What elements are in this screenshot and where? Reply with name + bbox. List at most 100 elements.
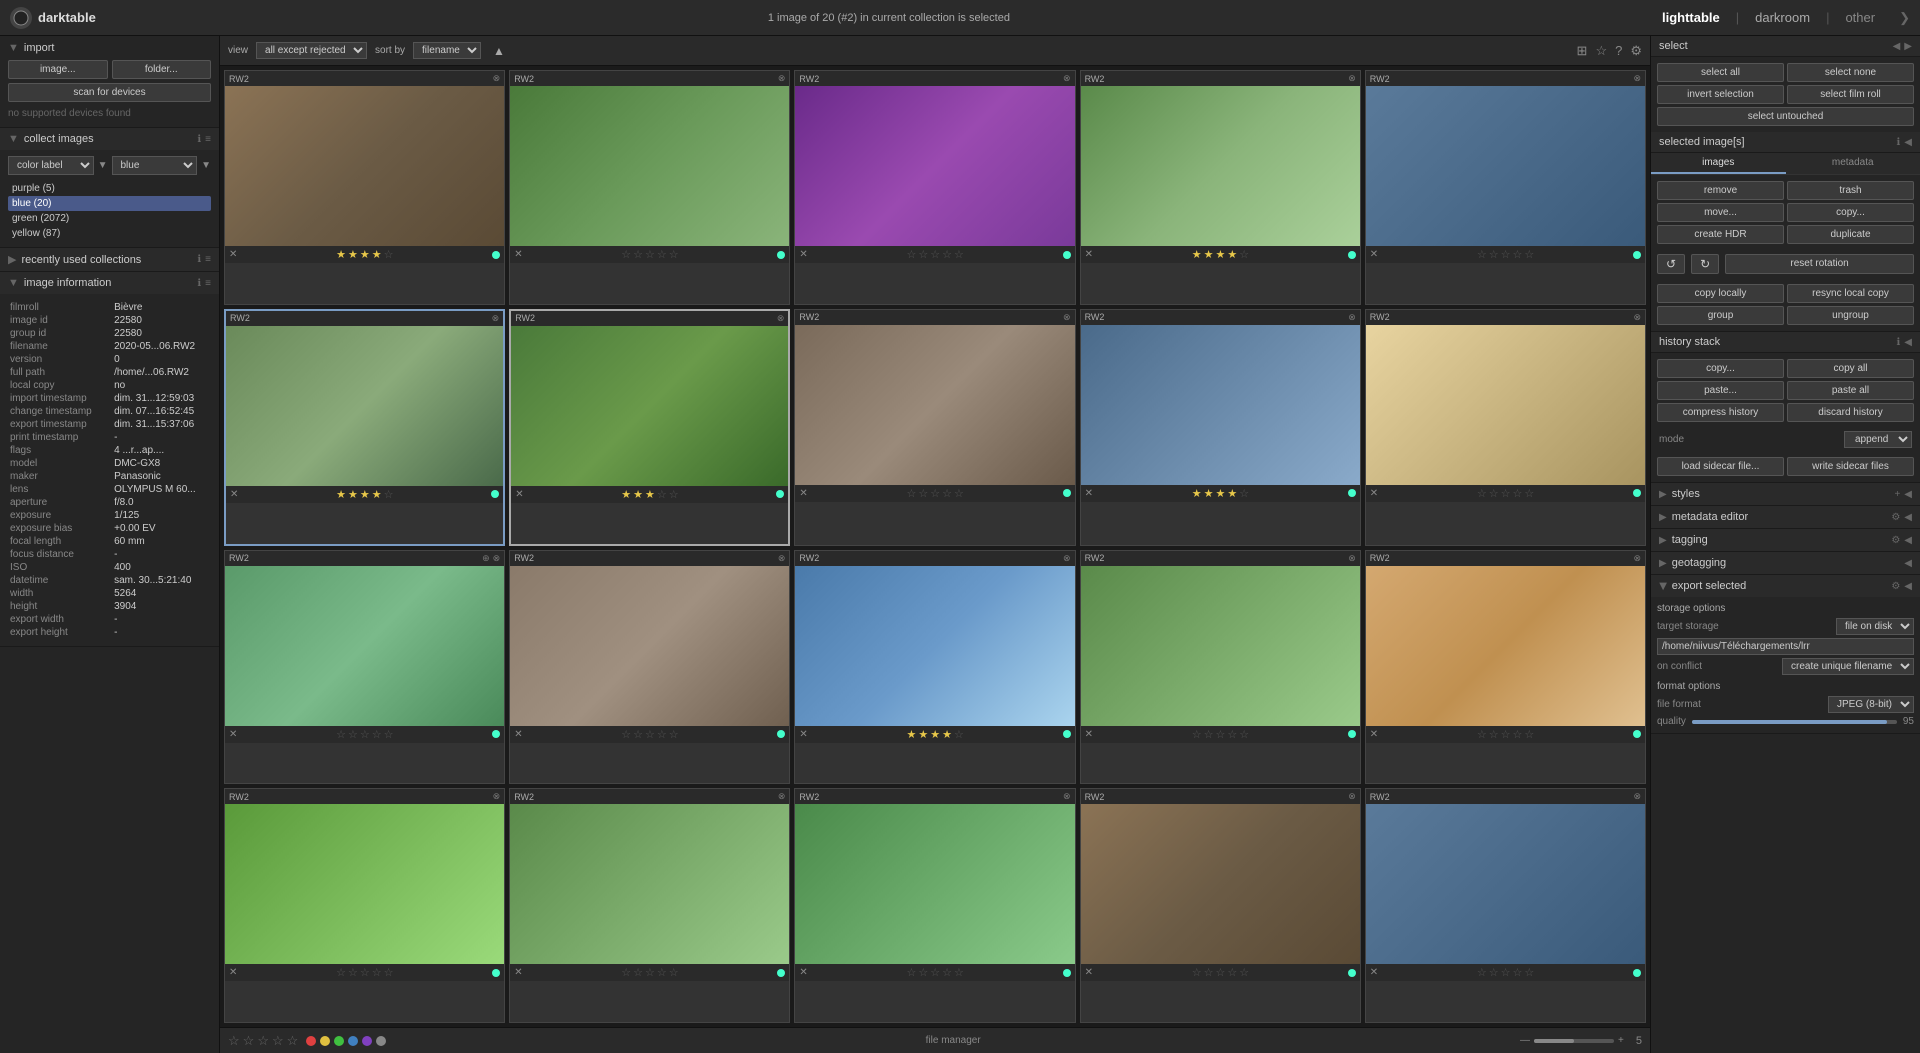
info-info-icon[interactable]: ℹ [197,278,201,289]
star-3[interactable]: ☆ [930,966,940,979]
image-cell[interactable]: RW2 ⊗ ✕☆☆☆☆☆ [509,550,790,785]
star-3[interactable]: ☆ [1501,487,1511,500]
cell-close-icon[interactable]: ✕ [230,489,238,500]
cell-close-icon[interactable]: ✕ [1085,729,1093,740]
star-4[interactable]: ★ [1227,487,1237,500]
cell-stars[interactable]: ☆☆☆☆☆ [907,966,964,979]
star-3[interactable]: ★ [930,728,940,741]
star-1[interactable]: ☆ [621,728,631,741]
cell-stars[interactable]: ☆☆☆☆☆ [621,248,678,261]
image-cell[interactable]: RW2 ⊗ 2020-05-30-Bièvre-0306.RW21/125 f/… [509,309,790,546]
star-4[interactable]: ☆ [272,1033,284,1049]
star-5[interactable]: ☆ [384,248,394,261]
select-none-button[interactable]: select none [1787,63,1914,82]
cell-reject-icon[interactable]: ⊗ [492,313,500,324]
color-value-select[interactable]: blue [112,156,198,175]
star-3[interactable]: ☆ [645,728,655,741]
settings-icon[interactable]: ⚙ [1630,43,1642,59]
image-cell[interactable]: RW2 ⊗ ✕★★★★☆ [1080,309,1361,546]
file-format-select[interactable]: JPEG (8-bit) [1828,696,1914,713]
tagging-icon1[interactable]: ⚙ [1891,535,1900,546]
star-3[interactable]: ☆ [1215,966,1225,979]
export-icon1[interactable]: ⚙ [1891,581,1900,592]
star-3[interactable]: ☆ [1215,728,1225,741]
star-4[interactable]: ☆ [1513,248,1523,261]
image-cell[interactable]: RW2 ⊗ ✕☆☆☆☆☆ [794,309,1075,546]
star-4[interactable]: ☆ [942,248,952,261]
star-2[interactable]: ☆ [1204,966,1214,979]
star-3[interactable]: ★ [645,488,655,501]
star-1[interactable]: ☆ [1477,966,1487,979]
cell-close-icon[interactable]: ✕ [1085,488,1093,499]
discard-history-button[interactable]: discard history [1787,403,1914,422]
star-1[interactable]: ★ [1192,248,1202,261]
image-cell[interactable]: RW2 ⊗ ✕☆☆☆☆☆ [794,70,1075,305]
star-2[interactable]: ★ [918,728,928,741]
star-4[interactable]: ★ [1227,248,1237,261]
paste-button[interactable]: paste... [1657,381,1784,400]
cell-stars[interactable]: ★★★★☆ [1192,487,1249,500]
star-4[interactable]: ☆ [372,966,382,979]
duplicate-button[interactable]: duplicate [1787,225,1914,244]
cell-close-icon[interactable]: ✕ [799,729,807,740]
star-2[interactable]: ★ [1204,248,1214,261]
image-grid[interactable]: RW2 ⊗ ✕★★★★☆RW2 ⊗ ✕☆☆☆☆☆RW2 ⊗ ✕☆☆☆☆☆RW2 … [220,66,1650,1027]
selected-left-arrow[interactable]: ◀ [1904,137,1912,148]
styles-add-icon[interactable]: + [1894,489,1900,500]
star-4[interactable]: ☆ [657,248,667,261]
load-sidecar-button[interactable]: load sidecar file... [1657,457,1784,476]
cell-stars[interactable]: ★★★★☆ [1192,248,1249,261]
image-cell[interactable]: RW2 ⊗ ✕☆☆☆☆☆ [509,70,790,305]
cell-stars[interactable]: ☆☆☆☆☆ [907,487,964,500]
star-4[interactable]: ☆ [942,966,952,979]
cell-reject-icon[interactable]: ⊗ [493,791,501,802]
dot-blue[interactable] [348,1036,358,1046]
cell-reject-icon[interactable]: ⊗ [1348,312,1356,323]
star-4[interactable]: ☆ [1513,966,1523,979]
star-4[interactable]: ☆ [657,488,667,501]
star-3[interactable]: ☆ [1501,966,1511,979]
star-filter[interactable]: ☆ ☆ ☆ ☆ ☆ [228,1033,298,1049]
dot-purple[interactable] [362,1036,372,1046]
zoom-out-icon[interactable]: — [1520,1035,1530,1046]
star-3[interactable]: ★ [1215,248,1225,261]
cell-reject-icon[interactable]: ⊗ [1063,312,1071,323]
star-1[interactable]: ★ [621,488,631,501]
info-menu-icon[interactable]: ≡ [205,278,211,289]
cell-close-icon[interactable]: ✕ [1085,967,1093,978]
grid-icon[interactable]: ⊞ [1577,43,1588,59]
cell-close-icon[interactable]: ✕ [514,967,522,978]
cell-reject-icon[interactable]: ⊗ [1063,791,1071,802]
recently-menu-icon[interactable]: ≡ [205,254,211,265]
star-2[interactable]: ☆ [918,248,928,261]
rotate-ccw-button[interactable]: ↺ [1657,254,1685,274]
export-path-input[interactable] [1657,638,1914,655]
zoom-in-icon[interactable]: + [1618,1035,1624,1046]
collect-menu-icon[interactable]: ≡ [205,134,211,145]
star-5[interactable]: ☆ [954,966,964,979]
star-2[interactable]: ☆ [918,487,928,500]
tab-images[interactable]: images [1651,153,1786,174]
color-label-select[interactable]: color label [8,156,94,175]
help-icon[interactable]: ? [1615,43,1622,59]
star-4[interactable]: ☆ [657,966,667,979]
cell-stars[interactable]: ☆☆☆☆☆ [621,966,678,979]
copy-hist-button[interactable]: copy... [1657,359,1784,378]
star-4[interactable]: ☆ [657,728,667,741]
star-3[interactable]: ☆ [645,248,655,261]
cell-close-icon[interactable]: ✕ [1370,729,1378,740]
image-cell[interactable]: RW2 ⊗ ✕☆☆☆☆☆ [224,788,505,1023]
cell-stars[interactable]: ☆☆☆☆☆ [1192,966,1249,979]
color-item-purple[interactable]: purple (5) [8,181,211,196]
selected-info-icon[interactable]: ℹ [1896,137,1900,148]
create-hdr-button[interactable]: create HDR [1657,225,1784,244]
metadata-icon1[interactable]: ⚙ [1891,512,1900,523]
star-1[interactable]: ☆ [1477,248,1487,261]
star-5[interactable]: ☆ [669,488,679,501]
star-5[interactable]: ☆ [1524,728,1534,741]
star-2[interactable]: ☆ [633,248,643,261]
sort-asc-button[interactable]: ▲ [489,42,509,60]
dot-yellow[interactable] [320,1036,330,1046]
tagging-header[interactable]: ▶ tagging ⚙ ◀ [1651,529,1920,551]
history-info-icon[interactable]: ℹ [1896,337,1900,348]
